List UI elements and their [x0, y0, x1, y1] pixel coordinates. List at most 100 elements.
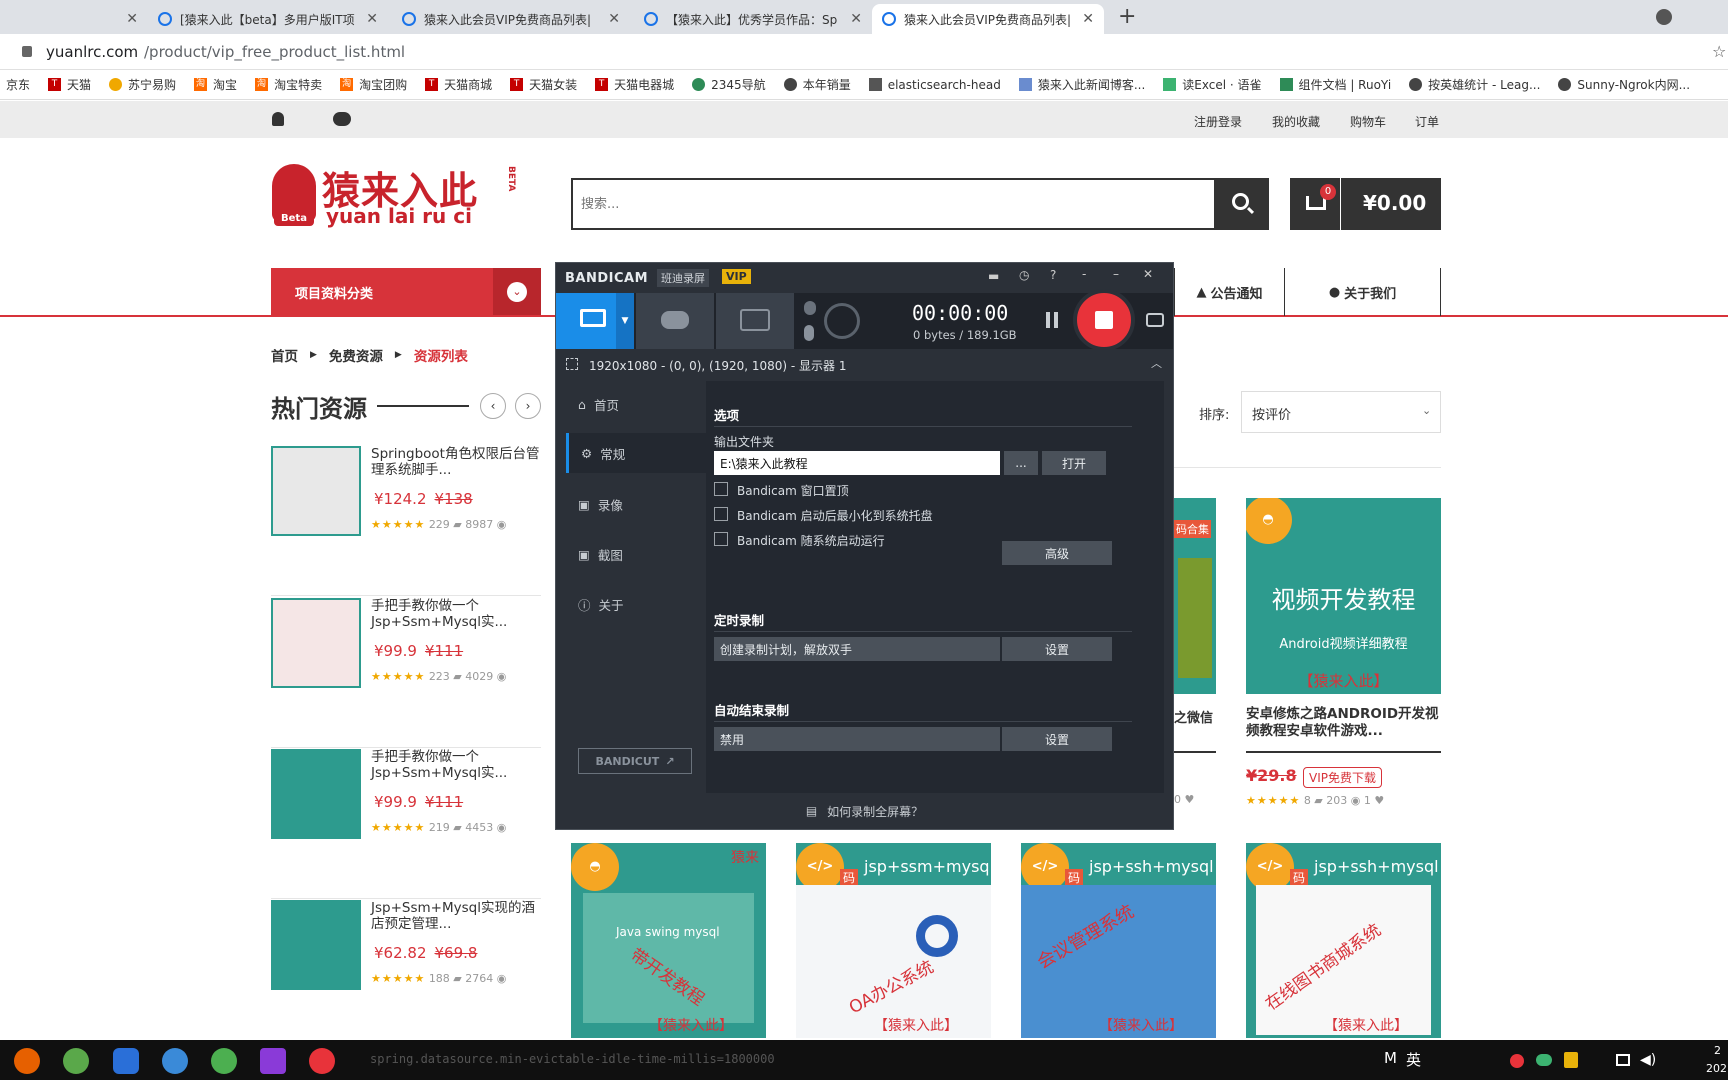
close-tab-icon[interactable]: ✕	[850, 11, 862, 27]
bookmark-item[interactable]: 2345导航	[692, 76, 766, 93]
sidebar-product[interactable]: 手把手教你做一个Jsp+Ssm+Mysql实... ¥99.9 ¥111 ★★★★…	[271, 598, 541, 748]
schedule-settings-button[interactable]: 设置	[1002, 637, 1112, 661]
bandicam-titlebar[interactable]: BANDICAM 班迪录屏 VIP ▬ ◷ ? - – ✕	[556, 263, 1173, 293]
bookmark-star-icon[interactable]: ☆	[1712, 42, 1726, 61]
menu-screenshot[interactable]: ▣ 截图	[566, 534, 706, 574]
collapse-icon[interactable]: -	[1082, 267, 1086, 281]
tab-search-icon[interactable]	[1656, 9, 1672, 25]
feather-app-icon[interactable]	[162, 1048, 188, 1074]
product-card-image[interactable]: </> 码 jsp+ssh+mysql 会议管理系统 【猿来入此】	[1021, 843, 1216, 1038]
tray-record-icon[interactable]	[1510, 1054, 1524, 1068]
browser-tab[interactable]: 猿来入此会员VIP免费商品列表| ✕	[392, 4, 630, 34]
orders-link[interactable]: 订单	[1415, 113, 1439, 130]
breadcrumb-free[interactable]: 免费资源	[329, 345, 383, 365]
bandicam-footer[interactable]: ▤ 如何录制全屏幕？	[556, 793, 1173, 829]
minimize-icon[interactable]: –	[1113, 267, 1119, 281]
cart-link[interactable]: 购物车	[1350, 113, 1386, 130]
product-title[interactable]: Springboot角色权限后台管理系统脚手...	[371, 446, 541, 478]
menu-home[interactable]: ⌂ 首页	[566, 384, 706, 424]
output-folder-field[interactable]: E:\猿来入此教程	[714, 451, 1000, 475]
wechat-icon[interactable]	[333, 112, 351, 126]
mode-dropdown-icon[interactable]: ▼	[616, 293, 634, 349]
speaker-icon[interactable]	[804, 301, 816, 315]
autoend-settings-button[interactable]: 设置	[1002, 727, 1112, 751]
leaf-app-icon[interactable]	[63, 1048, 89, 1074]
site-logo[interactable]: Beta 猿来入此 yuan lai ru ci BETA	[270, 160, 530, 230]
record-stop-button[interactable]	[1073, 289, 1135, 351]
hdmi-mode-button[interactable]	[716, 293, 794, 349]
k-app-icon[interactable]	[113, 1048, 139, 1074]
favorites-link[interactable]: 我的收藏	[1272, 113, 1320, 130]
product-thumbnail[interactable]	[271, 598, 361, 688]
bookmark-item[interactable]: 读Excel · 语雀	[1163, 76, 1262, 93]
close-tab-icon[interactable]: ✕	[126, 11, 138, 27]
volume-icon[interactable]: ◀)	[1640, 1052, 1656, 1068]
bookmark-item[interactable]: 京东	[6, 76, 30, 93]
advanced-button[interactable]: 高级	[1002, 541, 1112, 565]
bookmark-item[interactable]: 按英雄统计 - Leag...	[1409, 76, 1540, 93]
clock-icon[interactable]: ◷	[1019, 268, 1029, 282]
browser-tab[interactable]: 【猿来入此】优秀学员作品：Sp ✕	[634, 4, 872, 34]
search-input[interactable]	[581, 192, 1181, 216]
prev-arrow-icon[interactable]: ‹	[480, 393, 506, 419]
bookmark-item[interactable]: 淘淘宝团购	[340, 76, 407, 93]
category-menu-button[interactable]: 项目资料分类 ⌄	[271, 268, 541, 316]
game-mode-button[interactable]	[636, 293, 714, 349]
firefox-icon[interactable]	[14, 1048, 40, 1074]
bookmark-item[interactable]: T 天猫女装	[510, 76, 577, 93]
close-icon[interactable]: ✕	[1143, 267, 1153, 281]
next-arrow-icon[interactable]: ›	[515, 393, 541, 419]
ime-language[interactable]: 英	[1406, 1049, 1421, 1070]
breadcrumb-home[interactable]: 首页	[271, 345, 298, 365]
clock-time[interactable]: 2	[1714, 1044, 1721, 1057]
new-tab-button[interactable]: +	[1118, 4, 1136, 29]
bandicut-link[interactable]: BANDICUT ↗	[578, 748, 692, 774]
folder-icon[interactable]: ▬	[988, 269, 999, 283]
ime-icon[interactable]: M	[1384, 1049, 1397, 1067]
address-bar[interactable]: yuanlrc.com /product/vip_free_product_li…	[0, 34, 1728, 70]
bookmark-item[interactable]: 组件文档 | RuoYi	[1279, 76, 1391, 93]
cart-button[interactable]: 0 ¥0.00	[1290, 178, 1441, 230]
bandicam-taskbar-icon[interactable]	[309, 1048, 335, 1074]
open-folder-button[interactable]: 打开	[1042, 451, 1106, 475]
bookmark-item[interactable]: 淘淘宝特卖	[255, 76, 322, 93]
product-title[interactable]: 手把手教你做一个Jsp+Ssm+Mysql实...	[371, 598, 541, 630]
bookmark-item[interactable]: 猿来入此新闻博客...	[1018, 76, 1145, 93]
product-title[interactable]: 手把手教你做一个Jsp+Ssm+Mysql实...	[371, 749, 541, 781]
fullscreen-help-link[interactable]: 如何录制全屏幕？	[827, 803, 923, 820]
menu-general[interactable]: ⚙ 常规	[566, 433, 706, 473]
webcam-icon[interactable]	[824, 303, 860, 339]
browser-tab-active[interactable]: 猿来入此会员VIP免费商品列表| ✕	[872, 4, 1104, 34]
product-image-partial[interactable]: 码合集	[1174, 498, 1216, 694]
featured-product-image[interactable]: ◓ 视频开发教程 Android视频详细教程 【猿来入此】	[1246, 498, 1441, 694]
pause-icon[interactable]	[1046, 312, 1050, 328]
menu-about[interactable]: ⓘ 关于	[566, 584, 706, 624]
sidebar-product[interactable]: 手把手教你做一个Jsp+Ssm+Mysql实... ¥99.9 ¥111 ★★★★…	[271, 749, 541, 899]
intellij-icon[interactable]	[260, 1048, 286, 1074]
bookmark-item[interactable]: 淘淘宝	[194, 76, 237, 93]
bookmark-item[interactable]: T 天猫	[48, 76, 91, 93]
close-tab-icon[interactable]: ✕	[1082, 11, 1094, 27]
bookmark-item[interactable]: T 天猫商城	[425, 76, 492, 93]
chevron-up-icon[interactable]: ︿	[1151, 355, 1162, 371]
bookmark-item[interactable]: T 天猫电器城	[595, 76, 674, 93]
browser-tab[interactable]: ✕	[0, 4, 148, 34]
product-thumbnail[interactable]	[271, 900, 361, 990]
close-tab-icon[interactable]: ✕	[366, 11, 378, 27]
product-thumbnail[interactable]	[271, 446, 361, 536]
browse-button[interactable]: ...	[1004, 451, 1038, 475]
vip-free-badge[interactable]: VIP免费下载	[1303, 767, 1382, 788]
chrome-icon[interactable]	[211, 1048, 237, 1074]
close-tab-icon[interactable]: ✕	[608, 11, 620, 27]
checkbox-autostart[interactable]	[714, 532, 728, 546]
product-card-image[interactable]: ◓ 猿来 Java swing mysql 带开发教程 【猿来入此】	[571, 843, 766, 1038]
bookmark-item[interactable]: 苏宁易购	[109, 76, 176, 93]
nav-announcements[interactable]: ▲ 公告通知	[1174, 268, 1284, 316]
browser-tab[interactable]: [猿来入此【beta】多用户版IT项 ✕	[148, 4, 388, 34]
bookmark-item[interactable]: 本年销量	[783, 76, 851, 93]
product-title[interactable]: Jsp+Ssm+Mysql实现的酒店预定管理...	[371, 900, 541, 932]
bookmark-item[interactable]: Sunny-Ngrok内网...	[1558, 76, 1690, 93]
wechat-tray-icon[interactable]	[1536, 1054, 1552, 1066]
sort-select[interactable]: 按评价 ⌄	[1241, 391, 1441, 433]
bell-icon[interactable]	[272, 112, 284, 126]
